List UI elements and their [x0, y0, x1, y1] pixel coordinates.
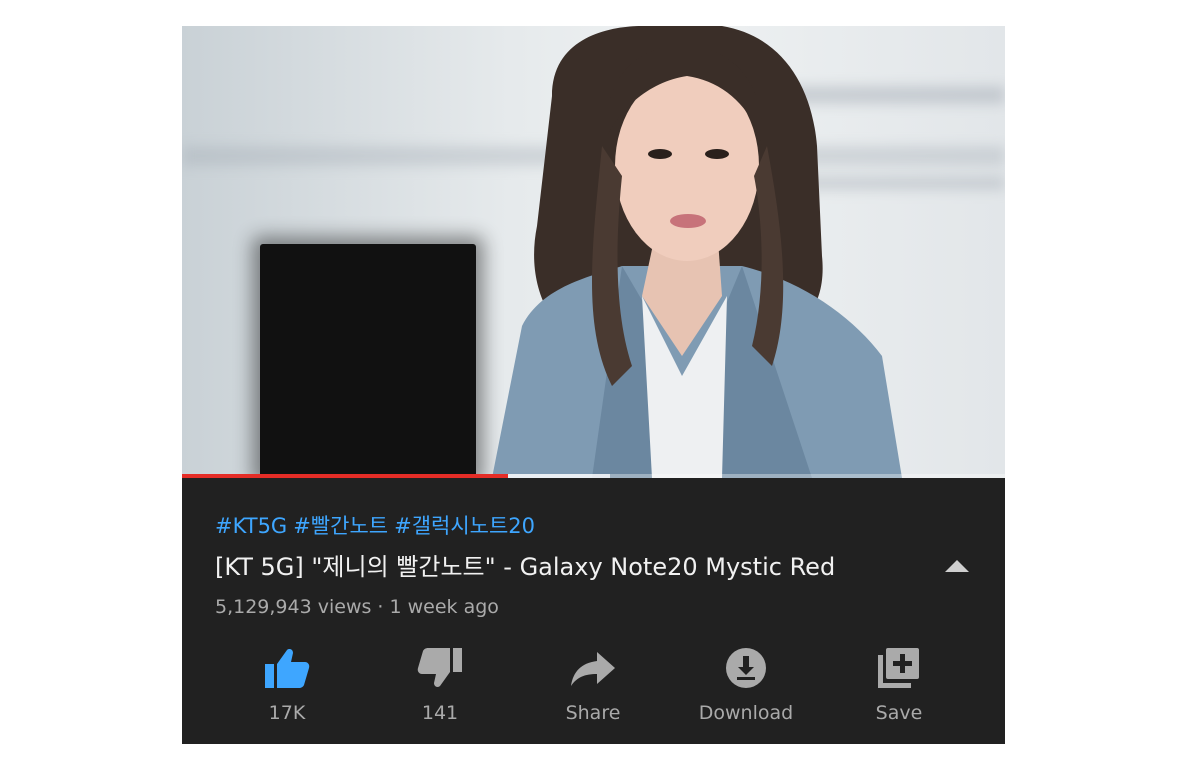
save-button[interactable]: Save [829, 646, 969, 736]
progress-played [182, 474, 508, 478]
like-count: 17K [268, 702, 306, 724]
save-label: Save [875, 702, 923, 724]
video-player[interactable] [182, 26, 1005, 478]
dislike-count: 141 [421, 702, 459, 724]
playlist-add-icon [878, 648, 919, 688]
video-panel: #KT5G #빨간노트 #갤럭시노트20 [KT 5G] "제니의 빨간노트" - … [182, 26, 1005, 744]
progress-bar[interactable] [182, 474, 1005, 478]
thumbs-down-icon [417, 648, 462, 687]
video-title[interactable]: [KT 5G] "제니의 빨간노트" - Galaxy Note20 Mysti… [215, 547, 835, 582]
video-views-date: 5,129,943 views · 1 week ago [215, 596, 499, 618]
collapse-chevron-up-icon[interactable] [942, 556, 972, 576]
video-phone-shape [260, 244, 476, 478]
dislike-button[interactable]: 141 [370, 646, 510, 736]
hashtag-list: #KT5G #빨간노트 #갤럭시노트20 [215, 510, 541, 540]
share-button[interactable]: Share [523, 646, 663, 736]
download-button[interactable]: Download [676, 646, 816, 736]
share-arrow-icon [571, 652, 615, 686]
hashtag-link[interactable]: #KT5G [215, 514, 287, 538]
download-label: Download [698, 702, 794, 724]
like-button[interactable]: 17K [217, 646, 357, 736]
hashtag-link[interactable]: #빨간노트 [293, 514, 388, 538]
hashtag-link[interactable]: #갤럭시노트20 [394, 514, 535, 538]
video-person-figure [492, 26, 902, 478]
download-icon [726, 648, 766, 688]
thumbs-up-icon [265, 649, 310, 688]
share-label: Share [565, 702, 621, 724]
action-bar: 17K 141 Share Download Save [212, 646, 975, 736]
